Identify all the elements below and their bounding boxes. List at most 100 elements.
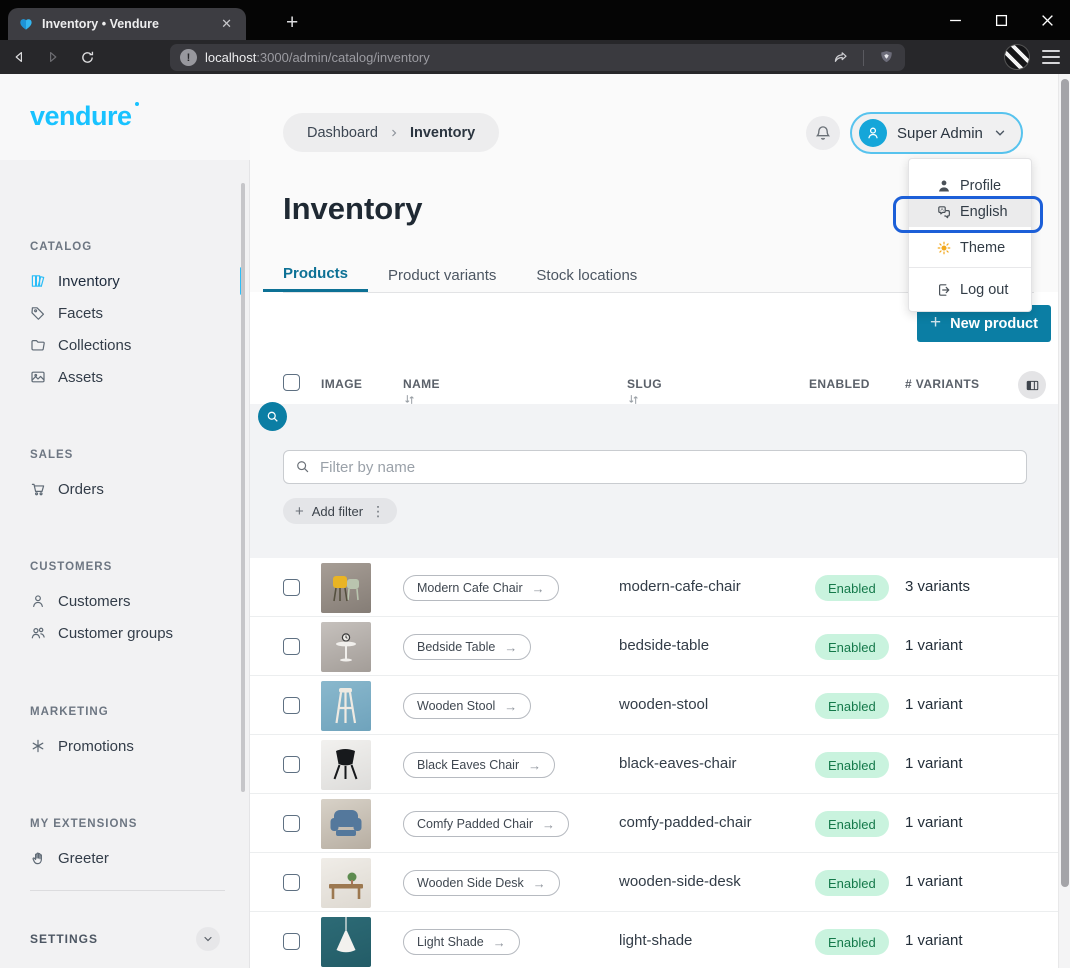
user-filled-icon <box>936 178 952 194</box>
product-name-link[interactable]: Wooden Side Desk → <box>403 870 560 896</box>
table-row: Wooden Side Desk → wooden-side-desk Enab… <box>250 853 1058 912</box>
more-options-icon[interactable]: ⋮ <box>371 503 385 520</box>
page-scrollbar[interactable] <box>1058 74 1070 968</box>
row-checkbox[interactable] <box>283 756 300 773</box>
column-header-slug[interactable]: SLUG <box>627 377 667 406</box>
row-checkbox[interactable] <box>283 874 300 891</box>
status-badge: Enabled <box>815 752 889 778</box>
section-label: MARKETING <box>0 706 250 718</box>
filter-panel: + Add filter ⋮ <box>250 404 1058 558</box>
sidebar-scrollbar[interactable] <box>241 183 245 792</box>
tab-products[interactable]: Products <box>263 258 368 292</box>
sidebar-item-orders[interactable]: Orders <box>0 473 250 505</box>
site-info-icon[interactable]: ! <box>180 49 197 66</box>
vendure-heart-favicon <box>18 16 34 32</box>
browser-tab[interactable]: Inventory • Vendure ✕ <box>8 8 246 40</box>
table-row: Light Shade → light-shade Enabled 1 vari… <box>250 912 1058 968</box>
settings-label: SETTINGS <box>30 932 98 946</box>
arrow-right-icon: → <box>542 817 555 832</box>
breadcrumb[interactable]: Dashboard Inventory <box>283 113 499 152</box>
product-slug: light-shade <box>619 932 692 949</box>
user-menu-button[interactable]: Super Admin <box>850 112 1023 154</box>
row-checkbox[interactable] <box>283 933 300 950</box>
tab-close-icon[interactable]: ✕ <box>217 16 236 32</box>
product-thumbnail <box>321 622 371 672</box>
window-close-button[interactable] <box>1024 0 1070 40</box>
select-all-checkbox[interactable] <box>283 374 300 391</box>
product-name-link[interactable]: Light Shade → <box>403 929 520 955</box>
menu-item-log-out[interactable]: Log out <box>909 275 1031 305</box>
product-name-link[interactable]: Black Eaves Chair → <box>403 752 555 778</box>
brave-shield-icon[interactable] <box>878 49 895 66</box>
toolbar-divider <box>863 50 864 66</box>
notifications-button[interactable] <box>806 116 840 150</box>
sidebar-item-inventory[interactable]: Inventory <box>0 265 250 297</box>
sidebar-item-label: Customers <box>58 593 131 610</box>
variant-count: 1 variant <box>905 932 963 949</box>
sidebar-divider <box>30 890 225 891</box>
menu-item-theme[interactable]: Theme <box>909 233 1031 263</box>
menu-item-label: Log out <box>960 282 1008 298</box>
breadcrumb-item-current: Inventory <box>410 125 475 141</box>
product-name: Light Shade <box>417 935 484 949</box>
share-icon[interactable] <box>832 49 849 66</box>
sidebar-item-customers[interactable]: Customers <box>0 585 250 617</box>
sidebar-section-marketing: MARKETING Promotions <box>0 706 250 762</box>
sidebar-item-label: Assets <box>58 369 103 386</box>
window-minimize-button[interactable] <box>932 0 978 40</box>
sidebar-section-customers: CUSTOMERS Customers Customer groups <box>0 561 250 649</box>
sidebar-item-assets[interactable]: Assets <box>0 361 250 393</box>
chevron-right-icon <box>388 127 400 139</box>
add-filter-button[interactable]: + Add filter ⋮ <box>283 498 397 524</box>
product-slug: wooden-side-desk <box>619 873 741 890</box>
new-tab-button[interactable]: + <box>286 9 298 37</box>
variant-count: 3 variants <box>905 578 970 595</box>
sidebar-item-collections[interactable]: Collections <box>0 329 250 361</box>
tab-product-variants[interactable]: Product variants <box>368 258 516 292</box>
chevron-down-icon[interactable] <box>196 927 220 951</box>
filter-input[interactable] <box>283 450 1027 484</box>
row-checkbox[interactable] <box>283 579 300 596</box>
sidebar-item-facets[interactable]: Facets <box>0 297 250 329</box>
breadcrumb-item[interactable]: Dashboard <box>307 125 378 141</box>
browser-profile-avatar[interactable] <box>1004 44 1030 70</box>
window-maximize-button[interactable] <box>978 0 1024 40</box>
reload-button[interactable] <box>72 43 102 71</box>
vendure-logo[interactable]: vendure <box>30 101 132 132</box>
product-slug: black-eaves-chair <box>619 755 737 772</box>
product-thumbnail <box>321 681 371 731</box>
product-name-link[interactable]: Modern Cafe Chair → <box>403 575 559 601</box>
row-checkbox[interactable] <box>283 638 300 655</box>
scrollbar-thumb[interactable] <box>1061 79 1069 887</box>
sidebar-item-promotions[interactable]: Promotions <box>0 730 250 762</box>
page-title: Inventory <box>283 191 423 227</box>
logo-area: vendure <box>0 74 250 160</box>
variant-count: 1 variant <box>905 814 963 831</box>
sidebar-section-settings[interactable]: SETTINGS <box>30 925 220 953</box>
menu-item-label: English <box>960 204 1008 220</box>
menu-item-english[interactable]: A English <box>909 197 1031 227</box>
menu-item-label: Theme <box>960 240 1005 256</box>
back-button[interactable] <box>4 43 34 71</box>
tab-title: Inventory • Vendure <box>42 17 209 31</box>
table-row: Black Eaves Chair → black-eaves-chair En… <box>250 735 1058 794</box>
forward-button[interactable] <box>38 43 68 71</box>
column-header-name[interactable]: NAME <box>403 377 445 406</box>
product-slug: bedside-table <box>619 637 709 654</box>
browser-menu-icon[interactable] <box>1040 47 1062 67</box>
sidebar-item-customer-groups[interactable]: Customer groups <box>0 617 250 649</box>
product-name-link[interactable]: Wooden Stool → <box>403 693 531 719</box>
row-checkbox[interactable] <box>283 815 300 832</box>
status-badge: Enabled <box>815 929 889 955</box>
sidebar-item-greeter[interactable]: Greeter <box>0 842 250 874</box>
search-toggle-button[interactable] <box>258 402 287 431</box>
product-name-link[interactable]: Comfy Padded Chair → <box>403 811 569 837</box>
status-badge: Enabled <box>815 693 889 719</box>
sidebar-item-label: Promotions <box>58 738 134 755</box>
product-name-link[interactable]: Bedside Table → <box>403 634 531 660</box>
row-checkbox[interactable] <box>283 697 300 714</box>
column-picker-button[interactable] <box>1018 371 1046 399</box>
url-bar[interactable]: ! localhost:3000/admin/catalog/inventory <box>170 44 905 71</box>
tab-stock-locations[interactable]: Stock locations <box>516 258 657 292</box>
user-avatar <box>859 119 887 147</box>
